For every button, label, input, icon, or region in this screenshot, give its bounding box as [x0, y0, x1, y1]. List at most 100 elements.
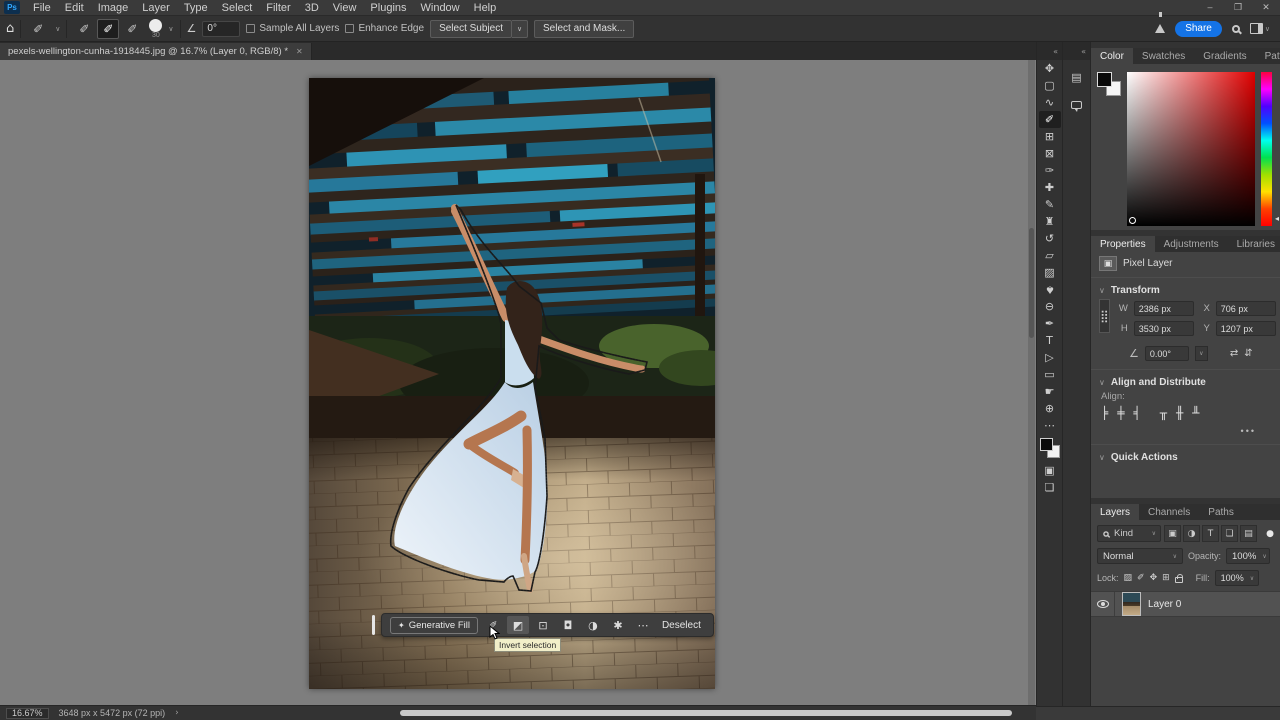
type-tool[interactable]: T [1039, 332, 1061, 349]
tab-channels[interactable]: Channels [1139, 504, 1199, 520]
select-subject-dropdown[interactable]: ∨ [512, 20, 528, 38]
hand-tool[interactable]: ☛ [1039, 383, 1061, 400]
brush-dropdown[interactable]: ∨ [168, 25, 173, 33]
transform-section-header[interactable]: ∨Transform [1091, 280, 1280, 299]
menu-type[interactable]: Type [177, 2, 215, 14]
align-middle-v-icon[interactable]: ╫ [1176, 406, 1183, 420]
sample-all-layers-checkbox[interactable]: Sample All Layers [246, 23, 339, 34]
filter-type-icon[interactable]: T [1202, 525, 1219, 542]
move-tool[interactable]: ✥ [1039, 60, 1061, 77]
adjustment-icon[interactable]: ◑ [582, 616, 604, 634]
menu-window[interactable]: Window [414, 2, 467, 14]
panels-collapse-icon[interactable]: « [1063, 42, 1090, 60]
share-button[interactable]: Share [1175, 21, 1222, 37]
lock-paint-icon[interactable]: ✐ [1137, 573, 1145, 583]
layer-filter-select[interactable]: Kind ∨ [1097, 525, 1161, 542]
pen-tool[interactable]: ✒ [1039, 315, 1061, 332]
color-swatches-widget[interactable] [1040, 438, 1060, 458]
flip-vertical-icon[interactable]: ⇵ [1244, 348, 1252, 359]
marquee-tool[interactable]: ▢ [1039, 77, 1061, 94]
comments-panel-icon[interactable] [1066, 94, 1088, 116]
canvas-area[interactable]: ✦ Generative Fill ✐◩⊡◘◑✱⋯ Deselect Inver… [0, 60, 1036, 705]
toolbar-collapse-icon[interactable]: « [1037, 42, 1062, 60]
frame-tool[interactable]: ⊠ [1039, 145, 1061, 162]
crop-tool[interactable]: ⊞ [1039, 128, 1061, 145]
shape-tool[interactable]: ▭ [1039, 366, 1061, 383]
align-right-icon[interactable]: ╡ [1133, 406, 1140, 420]
blur-tool[interactable]: ♠ [1039, 281, 1061, 298]
menu-3d[interactable]: 3D [298, 2, 326, 14]
zoom-tool[interactable]: ⊕ [1039, 400, 1061, 417]
flip-horizontal-icon[interactable]: ⇄ [1230, 348, 1238, 359]
edit-toolbar-icon[interactable]: ⋯ [1039, 417, 1061, 434]
hue-slider[interactable]: ◂ [1261, 72, 1272, 226]
brush-size-picker[interactable]: 30 [149, 19, 162, 39]
workspace-switcher[interactable]: ∨ [1250, 23, 1270, 34]
menu-layer[interactable]: Layer [135, 2, 177, 14]
transform-input-x[interactable]: 706 px [1216, 301, 1276, 316]
screen-mode-button[interactable]: ❏ [1039, 479, 1061, 496]
color-swatches-mini[interactable] [1097, 72, 1121, 96]
search-icon[interactable] [1232, 25, 1240, 33]
brush-tool[interactable]: ✎ [1039, 196, 1061, 213]
new-selection-brush-icon[interactable]: ✐ [73, 19, 95, 39]
align-section-header[interactable]: ∨Align and Distribute [1091, 372, 1280, 391]
vertical-scrollbar[interactable] [1028, 60, 1035, 705]
select-and-mask-button[interactable]: Select and Mask... [534, 20, 634, 38]
menu-edit[interactable]: Edit [58, 2, 91, 14]
document-tab[interactable]: pexels-wellington-cunha-1918445.jpg @ 16… [0, 43, 312, 60]
tool-preset-icon[interactable]: ✐ [27, 19, 49, 39]
filter-pixel-icon[interactable]: ▣ [1164, 525, 1181, 542]
fill-input[interactable]: 100%∨ [1215, 570, 1259, 586]
history-brush-tool[interactable]: ↺ [1039, 230, 1061, 247]
color-picker-handle[interactable] [1129, 217, 1136, 224]
opacity-input[interactable]: 100%∨ [1226, 548, 1270, 564]
clone-stamp-tool[interactable]: ♜ [1039, 213, 1061, 230]
invert-selection-icon[interactable]: ◩ [507, 616, 529, 634]
reference-point-widget[interactable]: ⣿ [1099, 299, 1110, 333]
filter-shape-icon[interactable]: ❏ [1221, 525, 1238, 542]
eraser-tool[interactable]: ▱ [1039, 247, 1061, 264]
menu-file[interactable]: File [26, 2, 58, 14]
tab-paths[interactable]: Paths [1199, 504, 1243, 520]
object-selection-tool[interactable]: ✐ [1039, 111, 1061, 128]
align-more-button[interactable]: ••• [1091, 424, 1280, 442]
angle-input[interactable]: 0° [202, 21, 240, 37]
tab-color[interactable]: Color [1091, 48, 1133, 64]
transform-selection-icon[interactable]: ⊡ [532, 616, 554, 634]
hue-slider-marker[interactable]: ◂ [1275, 214, 1279, 223]
fill-selection-icon[interactable]: ✱ [607, 616, 629, 634]
layer-name[interactable]: Layer 0 [1148, 599, 1181, 610]
add-selection-brush-icon[interactable]: ✐ [97, 19, 119, 39]
history-panel-icon[interactable]: ▤ [1066, 66, 1088, 88]
vertical-scrollbar-thumb[interactable] [1029, 228, 1034, 338]
lock-transparent-icon[interactable]: ▨ [1124, 573, 1133, 583]
tab-close-icon[interactable]: ✕ [296, 47, 303, 56]
foreground-color-swatch[interactable] [1040, 438, 1053, 451]
filter-smart-object-icon[interactable]: ▤ [1240, 525, 1257, 542]
close-button[interactable]: ✕ [1252, 2, 1280, 13]
select-subject-button[interactable]: Select Subject [430, 20, 512, 38]
more-options-icon[interactable]: ⋯ [632, 616, 654, 634]
transform-input-h[interactable]: 3530 px [1134, 321, 1194, 336]
menu-filter[interactable]: Filter [259, 2, 297, 14]
layer-row[interactable]: Layer 0 [1091, 591, 1280, 617]
horizontal-scrollbar-thumb[interactable] [400, 710, 1012, 716]
foreground-color-swatch[interactable] [1097, 72, 1112, 87]
lock-move-icon[interactable]: ✥ [1150, 573, 1158, 583]
rotation-dropdown[interactable]: ∨ [1195, 346, 1208, 361]
align-center-h-icon[interactable]: ╪ [1117, 406, 1124, 420]
zoom-level[interactable]: 16.67% [6, 708, 49, 719]
align-left-icon[interactable]: ╞ [1101, 406, 1108, 420]
taskbar-drag-handle[interactable] [372, 615, 375, 635]
path-selection-tool[interactable]: ▷ [1039, 349, 1061, 366]
healing-brush-tool[interactable]: ✚ [1039, 179, 1061, 196]
menu-plugins[interactable]: Plugins [363, 2, 413, 14]
tab-libraries[interactable]: Libraries [1228, 236, 1280, 252]
subtract-selection-brush-icon[interactable]: ✐ [121, 19, 143, 39]
menu-view[interactable]: View [326, 2, 364, 14]
enhance-edge-checkbox[interactable]: Enhance Edge [345, 23, 424, 34]
tab-patterns[interactable]: Patterns [1256, 48, 1280, 64]
restore-button[interactable]: ❐ [1224, 2, 1252, 13]
tab-gradients[interactable]: Gradients [1194, 48, 1255, 64]
